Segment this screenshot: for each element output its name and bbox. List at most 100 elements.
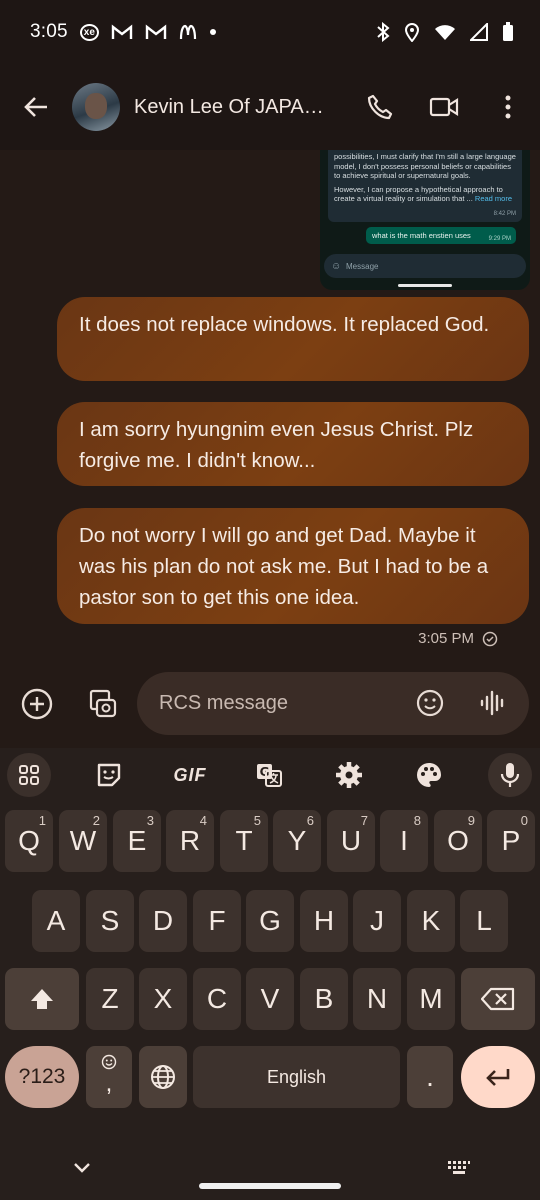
key-y[interactable]: Y6 — [273, 810, 321, 872]
delivered-check-icon — [482, 631, 498, 646]
attachment-received-message: possibilities, I must clarify that I'm s… — [328, 150, 522, 222]
message-input[interactable]: RCS message — [137, 672, 529, 735]
message-bubble[interactable]: I am sorry hyungnim even Jesus Christ. P… — [57, 402, 529, 486]
voice-input-button[interactable] — [488, 753, 532, 797]
sticker-icon — [97, 763, 121, 787]
notification-icons: xe — [79, 23, 217, 41]
more-vert-icon — [505, 95, 511, 119]
translate-button[interactable]: G — [247, 753, 291, 797]
contact-name[interactable]: Kevin Lee Of JAPAN... — [134, 96, 334, 119]
compose-bar: RCS message — [0, 660, 540, 748]
apps-grid-button[interactable] — [7, 753, 51, 797]
dot-icon — [209, 29, 216, 35]
location-icon — [404, 23, 420, 42]
theme-button[interactable] — [407, 753, 451, 797]
battery-icon — [503, 22, 513, 41]
key-k[interactable]: K — [407, 890, 455, 952]
contact-avatar[interactable] — [72, 83, 120, 131]
mcdonalds-icon — [179, 24, 197, 40]
enter-icon — [486, 1069, 510, 1086]
key-h[interactable]: H — [300, 890, 348, 952]
status-bar: 3:05 xe — [0, 0, 540, 64]
key-a[interactable]: A — [32, 890, 80, 952]
attachment-home-bar — [398, 284, 452, 287]
key-j[interactable]: J — [353, 890, 401, 952]
key-s[interactable]: S — [86, 890, 134, 952]
backspace-key[interactable] — [461, 968, 535, 1030]
key-c[interactable]: C — [193, 968, 241, 1030]
key-d[interactable]: D — [139, 890, 187, 952]
conversation-header: Kevin Lee Of JAPAN... — [0, 64, 540, 150]
gallery-button[interactable] — [69, 672, 133, 736]
space-bar[interactable]: English — [193, 1046, 400, 1108]
key-l[interactable]: L — [460, 890, 508, 952]
key-g[interactable]: G — [246, 890, 294, 952]
symbols-key[interactable]: ?123 — [5, 1046, 79, 1108]
bluetooth-icon — [377, 22, 390, 42]
voice-message-icon[interactable] — [479, 688, 507, 718]
key-v[interactable]: V — [246, 968, 294, 1030]
back-button[interactable] — [0, 64, 72, 150]
key-i[interactable]: I8 — [380, 810, 428, 872]
keyboard-toolbar: GIF G — [0, 748, 540, 802]
gear-icon — [336, 762, 362, 788]
key-r[interactable]: R4 — [166, 810, 214, 872]
add-attachment-button[interactable] — [5, 672, 69, 736]
palette-icon — [417, 763, 441, 787]
xe-icon: xe — [79, 23, 99, 41]
gif-button[interactable]: GIF — [167, 753, 213, 797]
key-x[interactable]: X — [139, 968, 187, 1030]
key-q[interactable]: Q1 — [5, 810, 53, 872]
image-attachment[interactable]: possibilities, I must clarify that I'm s… — [320, 150, 530, 290]
comma-emoji-key[interactable]: , — [86, 1046, 132, 1108]
globe-icon — [151, 1065, 175, 1089]
emoji-small-icon — [101, 1054, 117, 1070]
key-t[interactable]: T5 — [220, 810, 268, 872]
shift-key[interactable] — [5, 968, 79, 1030]
backspace-icon — [481, 987, 515, 1011]
key-u[interactable]: U7 — [327, 810, 375, 872]
key-p[interactable]: P0 — [487, 810, 535, 872]
attachment-input-field: Message — [324, 254, 526, 278]
video-call-icon — [429, 97, 459, 117]
gallery-icon — [89, 689, 117, 718]
enter-key[interactable] — [461, 1046, 535, 1108]
message-bubble[interactable]: It does not replace windows. It replaced… — [57, 297, 529, 381]
sticker-button[interactable] — [87, 753, 131, 797]
key-n[interactable]: N — [353, 968, 401, 1030]
video-call-button[interactable] — [412, 75, 476, 139]
key-w[interactable]: W2 — [59, 810, 107, 872]
key-o[interactable]: O9 — [434, 810, 482, 872]
add-circle-icon — [21, 688, 53, 720]
gmail-icon — [145, 24, 167, 39]
keyboard: GIF G Q1 W2 E3 R4 T5 Y6 U7 I8 O9 P0 A S … — [0, 748, 540, 1200]
translate-icon: G — [257, 764, 282, 787]
emoji-icon[interactable] — [415, 688, 445, 718]
phone-icon — [367, 94, 393, 120]
gmail-icon — [111, 24, 133, 39]
key-f[interactable]: F — [193, 890, 241, 952]
phone-call-button[interactable] — [348, 75, 412, 139]
key-z[interactable]: Z — [86, 968, 134, 1030]
more-options-button[interactable] — [476, 75, 540, 139]
message-timestamp: 3:05 PM — [418, 630, 498, 647]
status-time: 3:05 — [30, 21, 68, 42]
arrow-back-icon — [24, 97, 47, 117]
key-m[interactable]: M — [407, 968, 455, 1030]
period-key[interactable]: . — [407, 1046, 453, 1108]
wifi-icon — [435, 25, 455, 40]
hide-keyboard-icon[interactable] — [72, 1161, 92, 1175]
key-e[interactable]: E3 — [113, 810, 161, 872]
keyboard-switch-icon[interactable] — [447, 1160, 471, 1176]
keyboard-settings-button[interactable] — [327, 753, 371, 797]
message-bubble[interactable]: Do not worry I will go and get Dad. Mayb… — [57, 508, 529, 624]
message-list[interactable]: possibilities, I must clarify that I'm s… — [0, 150, 540, 660]
attachment-sent-message: what is the math enstien uses 9:29 PM — [366, 227, 516, 244]
key-b[interactable]: B — [300, 968, 348, 1030]
signal-icon — [470, 23, 488, 41]
home-gesture-bar[interactable] — [199, 1183, 341, 1189]
shift-icon — [31, 989, 53, 1009]
language-switch-key[interactable] — [139, 1046, 187, 1108]
apps-grid-icon — [19, 765, 39, 785]
mic-icon — [500, 763, 520, 787]
